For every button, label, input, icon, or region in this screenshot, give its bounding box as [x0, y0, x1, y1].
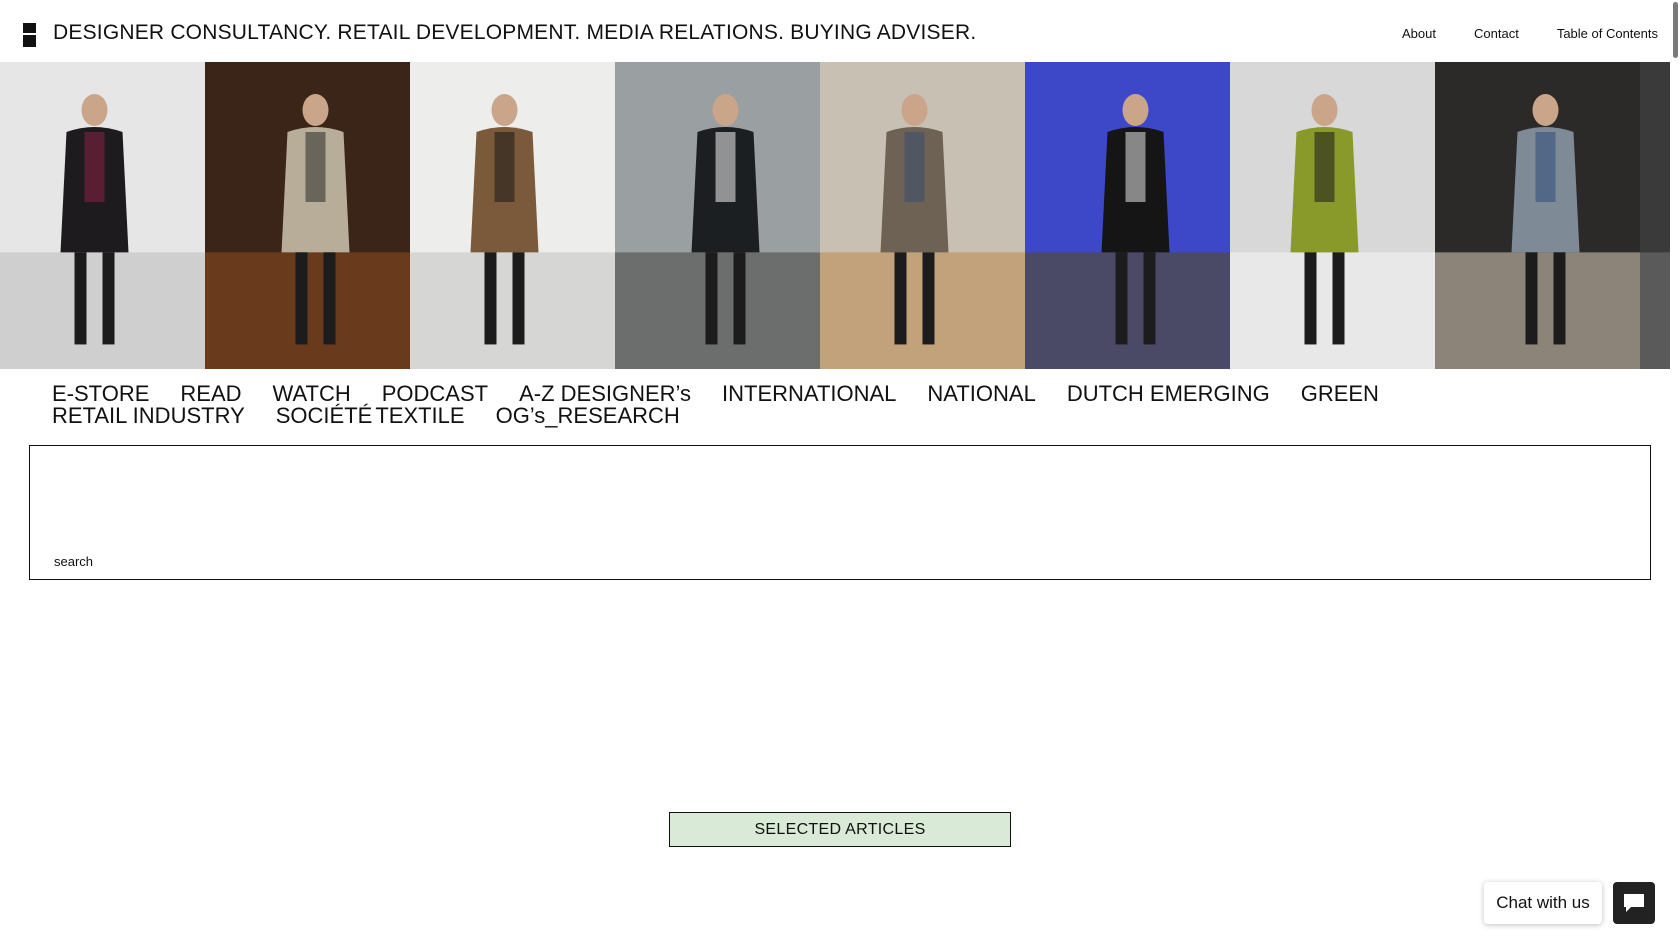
chat-icon — [1624, 894, 1644, 912]
category-row: E-STORE READ WATCH PODCAST A-Z DESIGNER’… — [52, 383, 1452, 405]
category-nav: E-STORE READ WATCH PODCAST A-Z DESIGNER’… — [52, 383, 1452, 427]
runway-photo[interactable] — [615, 62, 820, 369]
search-box[interactable] — [29, 445, 1651, 580]
runway-photo[interactable] — [0, 62, 205, 369]
category-link[interactable]: A-Z DESIGNER’s — [519, 383, 691, 405]
tagline-part: DESIGNER CONSULTANCY. — [53, 21, 332, 44]
category-link[interactable]: WATCH — [273, 383, 351, 405]
category-link[interactable]: GREEN — [1301, 383, 1379, 405]
category-link[interactable]: PODCAST — [382, 383, 488, 405]
top-nav: About Contact Table of Contents — [1402, 26, 1658, 41]
selected-articles-button[interactable]: SELECTED ARTICLES — [669, 812, 1011, 847]
nav-table-of-contents[interactable]: Table of Contents — [1557, 26, 1658, 41]
runway-photo[interactable] — [1025, 62, 1230, 369]
category-link[interactable]: OG’s_RESEARCH — [496, 405, 680, 427]
category-link[interactable]: SOCIÉTÉ — [276, 405, 373, 427]
category-link[interactable]: NATIONAL — [927, 383, 1035, 405]
site-tagline: DESIGNER CONSULTANCY. RETAIL DEVELOPMENT.… — [53, 21, 982, 45]
nav-contact[interactable]: Contact — [1474, 26, 1519, 41]
category-link[interactable]: E-STORE — [52, 383, 149, 405]
category-row: RETAIL INDUSTRY SOCIÉTÉ TEXTILE OG’s_RES… — [52, 405, 1452, 427]
tagline-part: MEDIA RELATIONS. — [586, 21, 785, 44]
runway-photo[interactable] — [205, 62, 410, 369]
category-link[interactable]: TEXTILE — [375, 405, 464, 427]
nav-about[interactable]: About — [1402, 26, 1436, 41]
search-input[interactable] — [54, 554, 654, 569]
chat-button[interactable] — [1613, 882, 1655, 924]
scrollbar-thumb[interactable] — [1673, 2, 1678, 58]
runway-photo[interactable] — [1435, 62, 1640, 369]
category-link[interactable]: INTERNATIONAL — [722, 383, 896, 405]
runway-photo[interactable] — [1230, 62, 1435, 369]
category-link[interactable]: RETAIL INDUSTRY — [52, 405, 245, 427]
site-header: DESIGNER CONSULTANCY. RETAIL DEVELOPMENT.… — [0, 0, 1680, 62]
category-link[interactable]: READ — [180, 383, 241, 405]
logo-icon[interactable] — [23, 23, 36, 47]
chat-label[interactable]: Chat with us — [1484, 882, 1602, 924]
runway-photo[interactable] — [410, 62, 615, 369]
tagline-part: BUYING ADVISER. — [790, 21, 977, 44]
runway-photo-strip[interactable] — [0, 62, 1680, 369]
runway-photo[interactable] — [820, 62, 1025, 369]
category-link[interactable]: DUTCH EMERGING — [1067, 383, 1270, 405]
page-scrollbar[interactable] — [1670, 0, 1680, 948]
tagline-part: RETAIL DEVELOPMENT. — [337, 21, 581, 44]
